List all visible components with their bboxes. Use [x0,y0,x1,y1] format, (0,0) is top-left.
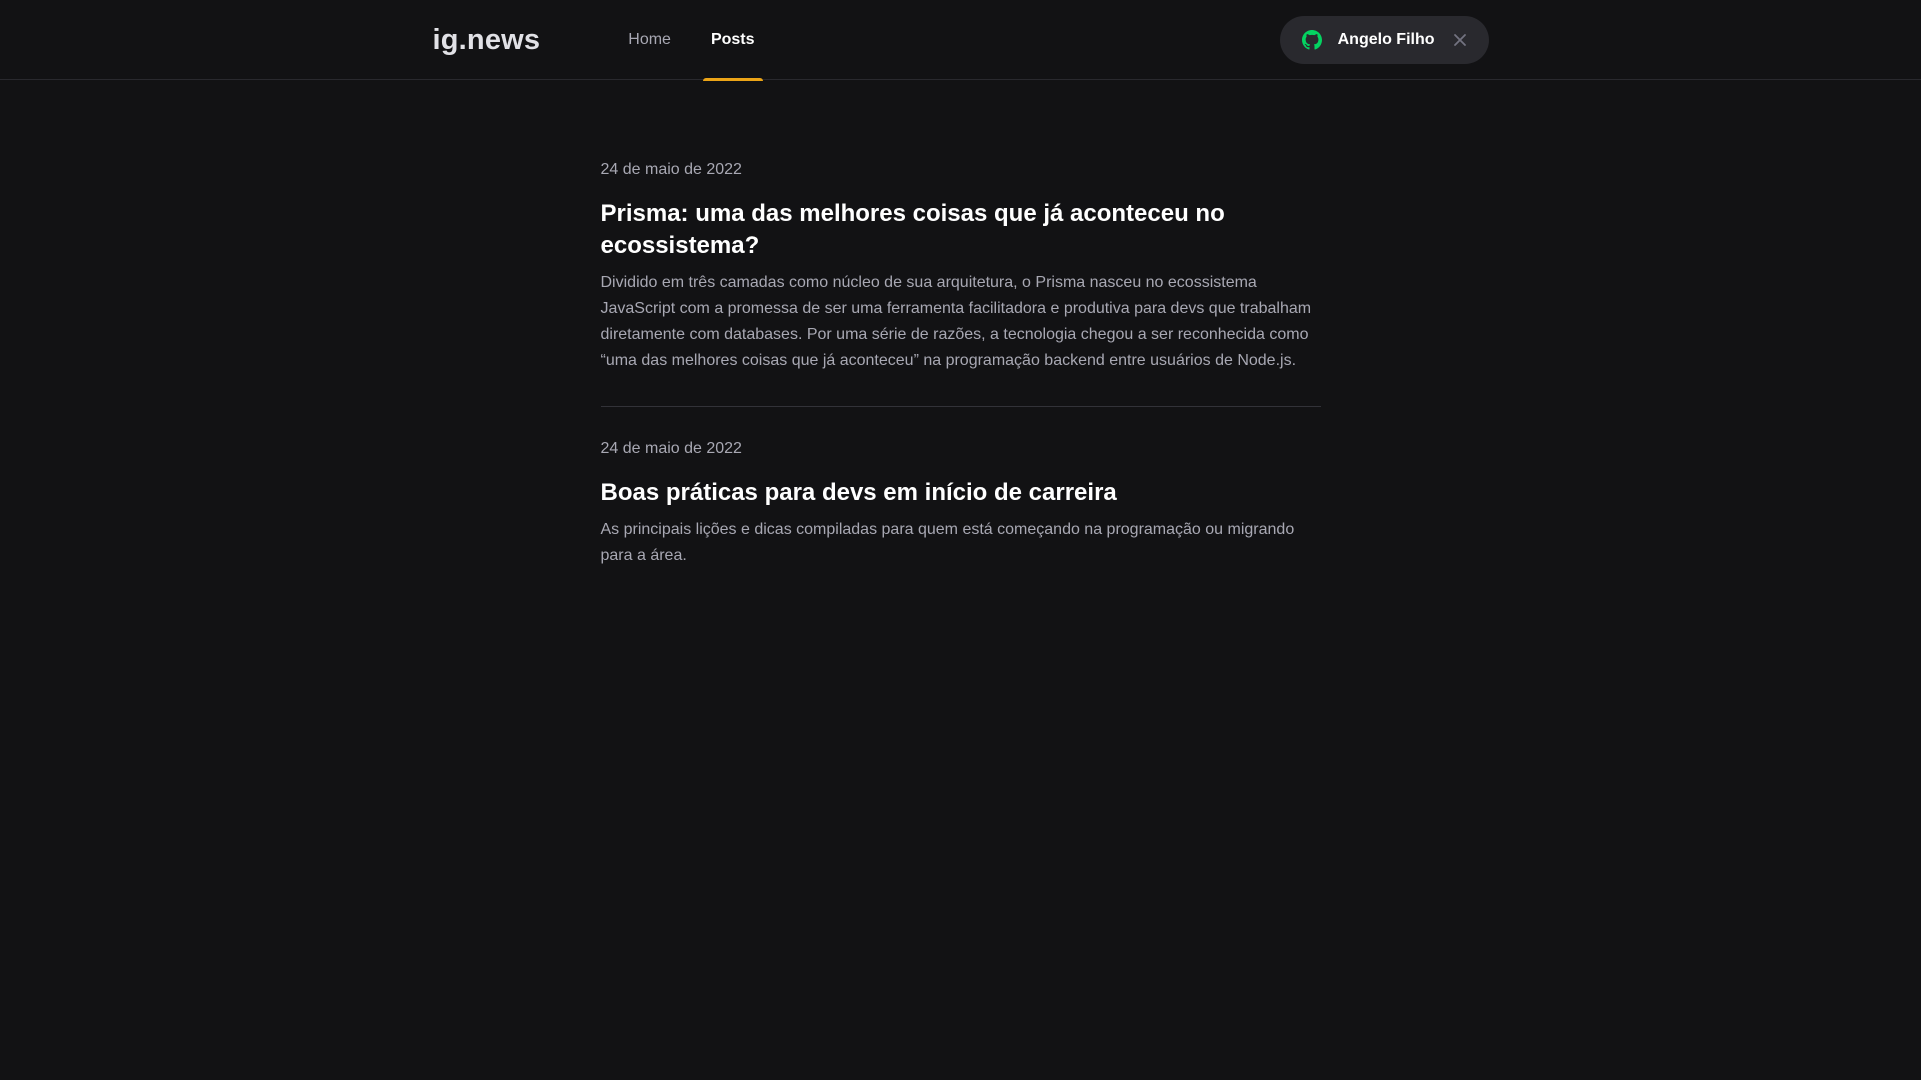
header-content: ig.news Home Posts Angelo Filho [433,0,1489,81]
nav-posts-link[interactable]: Posts [702,0,763,81]
site-header: ig.news Home Posts Angelo Filho [0,0,1921,81]
main-nav: Home Posts [620,0,786,81]
github-icon [1301,30,1322,50]
post-title[interactable]: Prisma: uma das melhores coisas que já a… [601,198,1321,262]
signed-in-user-button[interactable]: Angelo Filho [1279,16,1489,64]
post-date: 24 de maio de 2022 [600,161,742,178]
site-logo[interactable]: ig.news [433,24,541,57]
posts-list: 24 de maio de 2022 Prisma: uma das melho… [600,160,1321,601]
close-icon[interactable] [1453,33,1467,47]
user-name: Angelo Filho [1337,31,1435,48]
post-title[interactable]: Boas práticas para devs em início de car… [601,477,1321,509]
post-excerpt: Dividido em três camadas como núcleo de … [600,274,1312,369]
post-item[interactable]: 24 de maio de 2022 Boas práticas para de… [601,439,1321,601]
post-date: 24 de maio de 2022 [600,440,742,457]
nav-home-link[interactable]: Home [620,0,679,80]
post-item[interactable]: 24 de maio de 2022 Prisma: uma das melho… [600,160,1321,407]
post-excerpt: As principais lições e dicas compiladas … [600,521,1295,564]
